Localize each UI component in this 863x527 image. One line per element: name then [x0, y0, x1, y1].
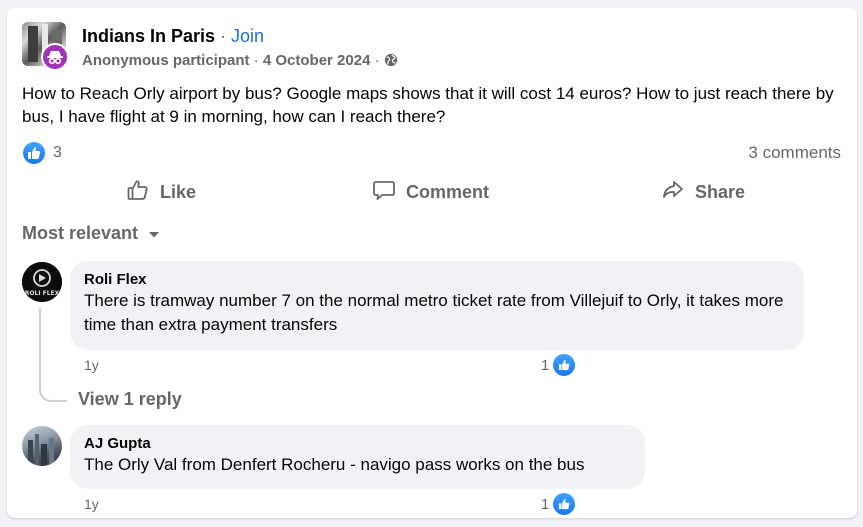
comments-count[interactable]: 3 comments: [748, 143, 841, 163]
comment-time[interactable]: 1y: [84, 357, 99, 373]
anonymous-avatar-icon: [41, 43, 69, 71]
reply-thread-line: [39, 308, 67, 402]
comment-author[interactable]: Roli Flex: [84, 270, 790, 289]
post-date[interactable]: 4 October 2024: [263, 52, 371, 69]
like-reaction-icon: [551, 491, 578, 517]
comment-button[interactable]: Comment: [372, 178, 489, 206]
meta-separator: ·: [249, 52, 263, 69]
group-name-link[interactable]: Indians In Paris: [82, 26, 215, 46]
share-label: Share: [695, 181, 746, 202]
comment-text: There is tramway number 7 on the normal …: [84, 291, 784, 334]
comment-like-count[interactable]: 1: [541, 491, 578, 517]
like-label: Like: [160, 181, 197, 202]
comment-icon: [372, 178, 396, 207]
comment-like-number: 1: [541, 495, 550, 513]
commenter-avatar[interactable]: [22, 426, 62, 466]
commenter-avatar[interactable]: ROLI FLEX: [22, 262, 62, 302]
group-name-line: Indians In Paris · Join: [82, 25, 264, 47]
sort-label: Most relevant: [22, 223, 139, 243]
like-button[interactable]: Like: [126, 178, 196, 206]
sort-dropdown[interactable]: Most relevant: [22, 223, 160, 244]
share-icon: [661, 178, 685, 207]
like-reaction-icon: [551, 352, 578, 378]
thumbs-up-icon: [126, 178, 150, 207]
comment-text: The Orly Val from Denfert Rocheru - navi…: [84, 455, 585, 474]
comment-bubble: AJ Gupta The Orly Val from Denfert Roche…: [70, 425, 645, 489]
post-text: How to Reach Orly airport by bus? Google…: [22, 84, 834, 126]
comment-label: Comment: [406, 181, 490, 202]
comment-bubble: Roli Flex There is tramway number 7 on t…: [70, 261, 804, 350]
post-author[interactable]: Anonymous participant: [82, 52, 250, 69]
comment-like-count[interactable]: 1: [541, 352, 578, 378]
comment-author[interactable]: AJ Gupta: [84, 434, 631, 453]
caret-down-icon: [148, 223, 160, 244]
comment-like-number: 1: [541, 356, 550, 374]
globe-icon: [384, 53, 398, 72]
reaction-count[interactable]: 3: [53, 144, 62, 162]
like-reaction-icon[interactable]: [23, 142, 45, 164]
post-meta: Anonymous participant · 4 October 2024 ·: [82, 52, 398, 72]
separator-dot: ·: [215, 26, 232, 46]
view-replies-link[interactable]: View 1 reply: [78, 389, 182, 410]
meta-separator-2: ·: [370, 52, 384, 69]
share-button[interactable]: Share: [661, 178, 745, 206]
avatar-text: ROLI FLEX: [25, 290, 60, 297]
join-link[interactable]: Join: [231, 26, 264, 46]
post-card: Indians In Paris · Join Anonymous partic…: [7, 8, 857, 518]
comment-time[interactable]: 1y: [84, 496, 99, 512]
